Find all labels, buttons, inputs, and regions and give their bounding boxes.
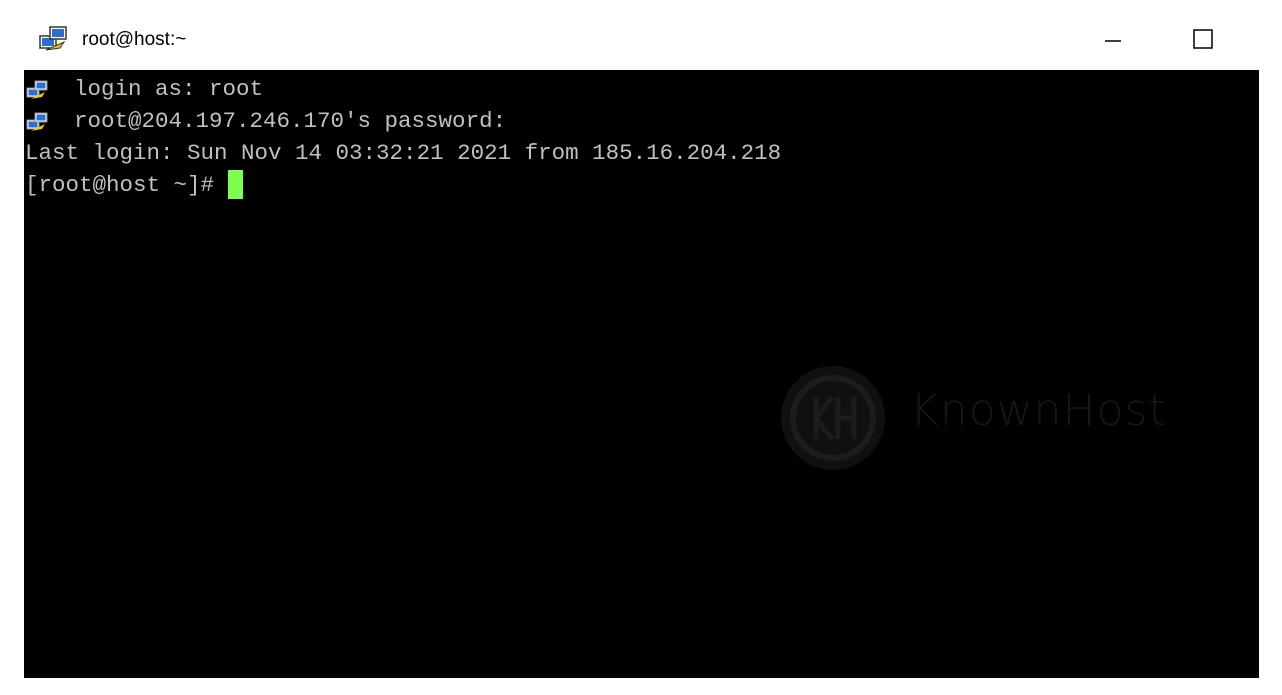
window-title: root@host:~: [82, 29, 187, 50]
terminal-line-text: root@204.197.246.170's password:: [74, 108, 507, 134]
watermark: KnownHost: [778, 363, 1218, 473]
minimize-button[interactable]: [1090, 22, 1136, 56]
putty-icon: [26, 80, 48, 99]
terminal-line: Last login: Sun Nov 14 03:32:21 2021 fro…: [24, 137, 781, 169]
prompt-text: [root@host ~]#: [25, 172, 228, 198]
watermark-text: KnownHost: [910, 385, 1167, 436]
terminal-line-text: login as: root: [74, 76, 264, 102]
terminal-area[interactable]: login as: root root@204.197.246.170's pa…: [24, 70, 1259, 678]
terminal-line-text: Last login: Sun Nov 14 03:32:21 2021 fro…: [25, 140, 782, 166]
putty-icon: [26, 112, 48, 131]
maximize-icon: [1193, 29, 1213, 49]
title-bar[interactable]: root@host:~: [0, 0, 1282, 70]
minimize-icon: [1105, 40, 1121, 42]
terminal-line: login as: root: [24, 73, 263, 105]
terminal-prompt-line[interactable]: [root@host ~]#: [24, 169, 243, 201]
maximize-button[interactable]: [1180, 22, 1226, 56]
terminal-cursor: [227, 170, 243, 199]
terminal-prompt: [root@host ~]#: [25, 169, 243, 201]
putty-window: root@host:~ login as: root root@204.197.…: [0, 0, 1282, 695]
knownhost-logo: [781, 366, 885, 470]
putty-icon[interactable]: [38, 24, 72, 54]
terminal-line: root@204.197.246.170's password:: [24, 105, 506, 137]
